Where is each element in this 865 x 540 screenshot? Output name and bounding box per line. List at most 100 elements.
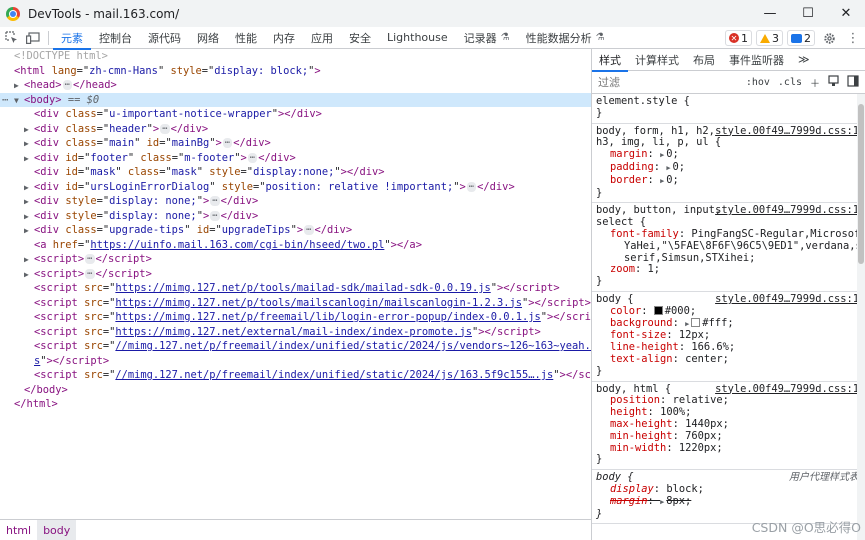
attr-link[interactable]: //mimg.127.net/p/freemail/index/unified/…	[115, 369, 553, 381]
expand-arrow-icon[interactable]: ▶	[24, 123, 34, 138]
tab-7[interactable]: 安全	[341, 27, 379, 49]
collapse-arrow-icon[interactable]: ▼	[14, 94, 24, 109]
breadcrumb-html[interactable]: html	[0, 520, 37, 540]
dom-node-line[interactable]: ▶ <div class="upgrade-tips" id="upgradeTi…	[0, 223, 591, 238]
close-button[interactable]: ✕	[827, 0, 865, 27]
collapsed-ellipsis[interactable]: ⋯	[210, 196, 220, 206]
dom-node-line[interactable]: <script src="https://mimg.127.net/p/tool…	[0, 281, 591, 296]
toggle-sidebar-icon[interactable]	[847, 74, 859, 90]
color-swatch[interactable]	[653, 305, 663, 315]
collapsed-ellipsis[interactable]: ⋯	[210, 210, 220, 221]
expand-shorthand-arrow-icon[interactable]: ▶	[660, 498, 664, 506]
style-rule[interactable]: body {style.00f49…7999d.css:1 color: #000…	[592, 292, 865, 382]
style-declaration[interactable]: margin: ▶ 8px;	[596, 495, 861, 509]
style-declaration[interactable]: text-align: center;	[596, 353, 861, 366]
error-count-badge[interactable]: ✕ 1	[725, 30, 752, 46]
dom-node-line[interactable]: ▶ <div style="display: none;"> ⋯ </div>	[0, 194, 591, 209]
scrollbar-thumb[interactable]	[858, 104, 864, 264]
expand-arrow-icon[interactable]: ▶	[24, 224, 34, 239]
collapsed-ellipsis[interactable]: ⋯	[160, 123, 170, 134]
style-declaration[interactable]: min-width: 1220px;	[596, 442, 861, 455]
style-declaration[interactable]: border: ▶ 0;	[596, 174, 861, 188]
dom-node-line[interactable]: <html lang="zh-cmn-Hans" style="display:…	[0, 64, 591, 79]
tab-1[interactable]: 控制台	[91, 27, 140, 49]
collapsed-ellipsis[interactable]: ⋯	[85, 268, 95, 279]
collapsed-ellipsis[interactable]: ⋯	[247, 152, 258, 163]
rule-source-link[interactable]: style.00f49…7999d.css:1	[715, 383, 859, 396]
styles-filter-input[interactable]	[598, 75, 708, 89]
expand-arrow-icon[interactable]: ▶	[24, 152, 34, 167]
color-swatch[interactable]	[691, 317, 701, 327]
dom-node-line[interactable]: s"></script>	[0, 354, 591, 369]
style-rule[interactable]: element.style {}	[592, 94, 865, 124]
device-toolbar-icon[interactable]	[22, 27, 44, 49]
tab-8[interactable]: Lighthouse	[379, 27, 456, 49]
rule-source-link[interactable]: style.00f49…7999d.css:1	[715, 205, 859, 217]
dom-node-line[interactable]: <script src="//mimg.127.net/p/freemail/i…	[0, 339, 591, 354]
dom-node-line[interactable]: <div class="u-important-notice-wrapper">…	[0, 107, 591, 122]
dom-node-line[interactable]: ▶ <div style="display: none;"> ⋯ </div>	[0, 209, 591, 224]
expand-arrow-icon[interactable]: ▶	[24, 268, 34, 283]
dom-node-line[interactable]: ▶ <div id="footer" class="m-footer"> ⋯ </di…	[0, 151, 591, 166]
attr-link[interactable]: //mimg.127.net/p/freemail/index/unified/…	[115, 340, 591, 352]
more-options-icon[interactable]: ⋮	[841, 27, 865, 49]
expand-arrow-icon[interactable]: ▶	[24, 253, 34, 268]
dom-node-line[interactable]: ⋯ ▼ <body> == $0	[0, 92, 591, 109]
dom-node-line[interactable]: ▶ <script> ⋯ </script>	[0, 267, 591, 282]
collapsed-ellipsis[interactable]: ⋯	[466, 181, 477, 192]
style-declaration[interactable]: zoom: 1;	[596, 263, 861, 276]
tab-2[interactable]: 源代码	[140, 27, 189, 49]
expand-shorthand-arrow-icon[interactable]: ▶	[660, 177, 664, 185]
tab-styles[interactable]: 样式	[592, 49, 628, 72]
tab-layout[interactable]: 布局	[686, 49, 722, 71]
breadcrumb-body[interactable]: body	[37, 520, 77, 540]
minimize-button[interactable]: —	[751, 0, 789, 27]
tab-5[interactable]: 内存	[265, 27, 303, 49]
attr-link[interactable]: https://uinfo.mail.163.com/cgi-bin/hseed…	[90, 239, 384, 251]
tab-0[interactable]: 元素	[53, 27, 91, 50]
expand-arrow-icon[interactable]: ▶	[14, 79, 24, 94]
collapsed-ellipsis[interactable]: ⋯	[62, 80, 72, 90]
inspect-element-icon[interactable]	[0, 27, 22, 49]
rule-source-link[interactable]: style.00f49…7999d.css:1	[715, 293, 859, 306]
expand-arrow-icon[interactable]: ▶	[24, 210, 34, 225]
tab-6[interactable]: 应用	[303, 27, 341, 49]
selected-node-dots-icon[interactable]: ⋯	[2, 93, 8, 108]
styles-scrollbar[interactable]	[857, 94, 865, 540]
dom-node-line[interactable]: <script src="https://mimg.127.net/p/free…	[0, 310, 591, 325]
expand-shorthand-arrow-icon[interactable]: ▶	[685, 320, 689, 328]
tab-10[interactable]: 性能数据分析 ⚗	[518, 27, 613, 49]
collapsed-ellipsis[interactable]: ⋯	[304, 225, 314, 235]
expand-shorthand-arrow-icon[interactable]: ▶	[666, 164, 670, 172]
dom-node-line[interactable]: <script src="https://mimg.127.net/p/tool…	[0, 296, 591, 311]
rule-source-link[interactable]: style.00f49…7999d.css:1	[715, 125, 859, 138]
attr-link[interactable]: https://mimg.127.net/p/tools/mailad-sdk/…	[115, 282, 490, 294]
expand-arrow-icon[interactable]: ▶	[24, 181, 34, 196]
dom-node-line[interactable]: <div id="mask" class="mask" style="displ…	[0, 165, 591, 180]
class-toggle[interactable]: .cls	[778, 77, 802, 88]
collapsed-ellipsis[interactable]: ⋯	[85, 254, 95, 264]
tab-3[interactable]: 网络	[189, 27, 227, 49]
warning-count-badge[interactable]: 3	[756, 30, 783, 46]
dom-node-line[interactable]: ▶ <div id="ursLoginErrorDialog" style="po…	[0, 180, 591, 195]
maximize-button[interactable]: ☐	[789, 0, 827, 27]
dom-node-line[interactable]: <script src="https://mimg.127.net/extern…	[0, 325, 591, 340]
dom-node-line[interactable]: ▶ <script> ⋯ </script>	[0, 252, 591, 267]
computed-styles-sidebar-icon[interactable]	[828, 74, 839, 90]
hover-state-toggle[interactable]: :hov	[746, 77, 770, 88]
expand-arrow-icon[interactable]: ▶	[24, 137, 34, 152]
dom-node-line[interactable]: </body>	[0, 383, 591, 398]
tab-computed[interactable]: 计算样式	[628, 49, 686, 71]
attr-link[interactable]: https://mimg.127.net/p/freemail/lib/logi…	[115, 311, 540, 323]
dom-node-line[interactable]: ▶ <head> ⋯ </head>	[0, 78, 591, 93]
tab-9[interactable]: 记录器 ⚗	[456, 27, 518, 49]
settings-gear-icon[interactable]	[817, 27, 841, 49]
dom-node-line[interactable]: <script src="//mimg.127.net/p/freemail/i…	[0, 368, 591, 383]
expand-arrow-icon[interactable]: ▶	[24, 195, 34, 210]
style-rule[interactable]: body, button, input, select {style.00f49…	[592, 203, 865, 292]
attr-link[interactable]: https://mimg.127.net/external/mail-index…	[115, 326, 472, 338]
tab-event-listeners[interactable]: 事件监听器	[722, 49, 791, 71]
dom-node-line[interactable]: <!DOCTYPE html>	[0, 49, 591, 64]
collapsed-ellipsis[interactable]: ⋯	[222, 138, 233, 148]
attr-link[interactable]: https://mimg.127.net/p/tools/mailscanlog…	[115, 297, 522, 309]
